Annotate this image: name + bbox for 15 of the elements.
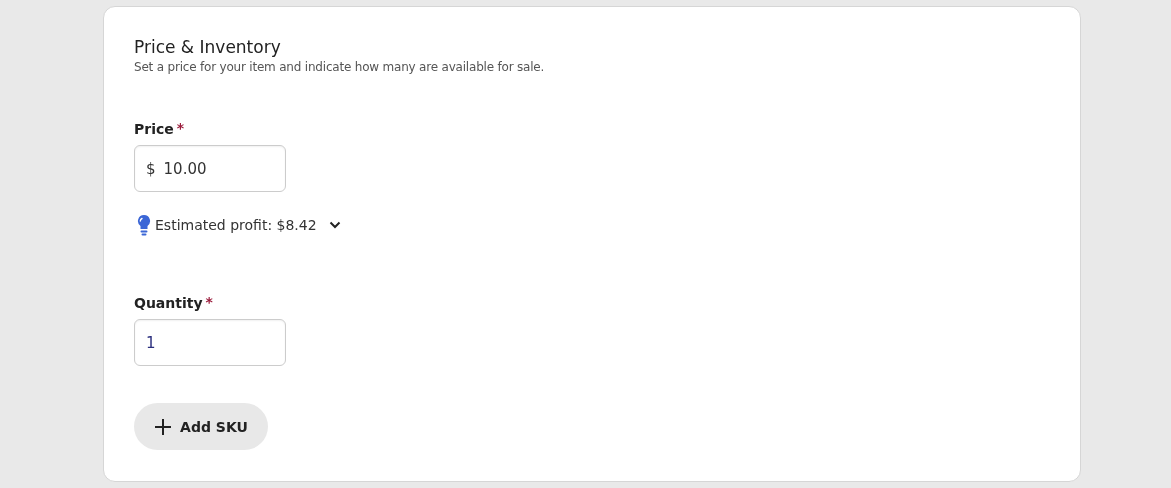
section-subtitle: Set a price for your item and indicate how many are available for sale. — [134, 59, 546, 75]
add-sku-button[interactable]: Add SKU — [134, 403, 268, 450]
lightbulb-icon — [137, 214, 151, 236]
field-label: Price — [134, 120, 174, 139]
field-value: 1 — [146, 333, 157, 352]
required-mark: * — [205, 293, 213, 311]
required-mark: * — [176, 119, 185, 137]
price-field[interactable]: $ 10.00 — [134, 145, 286, 192]
field-label: Quantity — [134, 294, 203, 313]
section-title: Price & Inventory — [134, 36, 282, 59]
quantity-field[interactable]: 1 — [134, 319, 286, 366]
plus-icon — [154, 417, 173, 436]
currency-symbol: $ — [146, 159, 156, 178]
estimated-profit-toggle[interactable]: Estimated profit: $8.42 — [155, 217, 341, 233]
field-value: 10.00 — [163, 159, 208, 178]
